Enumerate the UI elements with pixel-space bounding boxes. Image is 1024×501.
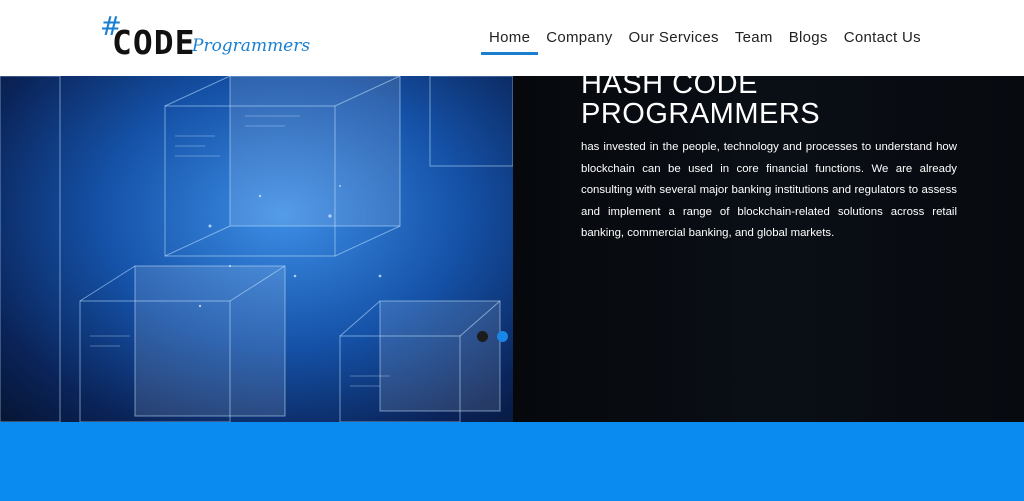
blockchain-cubes-graphic: [0, 76, 513, 422]
main-nav: Home Company Our Services Team Blogs Con…: [481, 0, 929, 76]
slider-dot-2[interactable]: [497, 331, 508, 342]
site-logo[interactable]: # CODE Programmers: [100, 14, 310, 64]
nav-item-team[interactable]: Team: [727, 0, 781, 76]
blue-section-band: [0, 422, 1024, 501]
hero-title-line-2: PROGRAMMERS: [581, 98, 821, 130]
hero-description: has invested in the people, technology a…: [581, 141, 957, 239]
nav-item-company[interactable]: Company: [538, 0, 620, 76]
nav-item-contact-us[interactable]: Contact Us: [836, 0, 929, 76]
nav-item-our-services[interactable]: Our Services: [621, 0, 727, 76]
hero-image: [0, 76, 513, 422]
nav-item-blogs[interactable]: Blogs: [781, 0, 836, 76]
hero-title-line-1: HASH CODE: [581, 68, 758, 100]
logo-programmers: Programmers: [192, 36, 311, 56]
site-header: # CODE Programmers Home Company Our Serv…: [0, 0, 1024, 76]
slider-dot-1[interactable]: [477, 331, 488, 342]
logo-code: CODE: [112, 23, 196, 62]
hero-title: HASH CODE PROGRAMMERS: [581, 69, 981, 129]
nav-item-home[interactable]: Home: [481, 0, 539, 76]
